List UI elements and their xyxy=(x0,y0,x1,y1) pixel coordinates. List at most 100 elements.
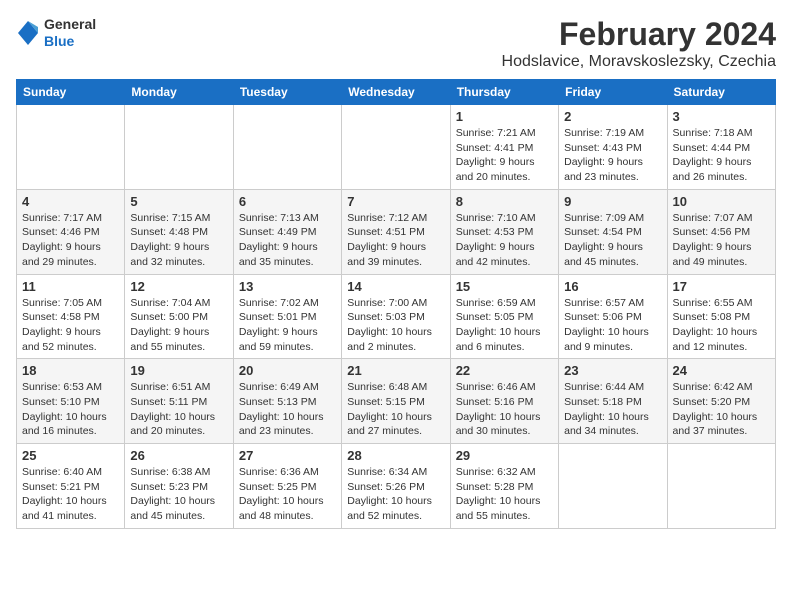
calendar-body: 1 Sunrise: 7:21 AM Sunset: 4:41 PM Daylig… xyxy=(17,105,776,529)
header-saturday: Saturday xyxy=(667,80,775,105)
day-number: 22 xyxy=(456,363,553,378)
calendar-cell: 10 Sunrise: 7:07 AM Sunset: 4:56 PM Dayli… xyxy=(667,189,775,274)
header-sunday: Sunday xyxy=(17,80,125,105)
calendar-cell xyxy=(667,444,775,529)
day-info: Sunrise: 7:09 AM Sunset: 4:54 PM Dayligh… xyxy=(564,211,661,270)
day-info: Sunrise: 6:51 AM Sunset: 5:11 PM Dayligh… xyxy=(130,380,227,439)
day-info: Sunrise: 6:32 AM Sunset: 5:28 PM Dayligh… xyxy=(456,465,553,524)
calendar-cell: 9 Sunrise: 7:09 AM Sunset: 4:54 PM Daylig… xyxy=(559,189,667,274)
day-info: Sunrise: 6:40 AM Sunset: 5:21 PM Dayligh… xyxy=(22,465,119,524)
header: General Blue February 2024 Hodslavice, M… xyxy=(16,16,776,71)
day-number: 29 xyxy=(456,448,553,463)
day-number: 5 xyxy=(130,194,227,209)
day-number: 16 xyxy=(564,279,661,294)
calendar-cell: 4Sunrise: 7:17 AM Sunset: 4:46 PM Daylig… xyxy=(17,189,125,274)
day-number: 25 xyxy=(22,448,119,463)
calendar-cell: 24Sunrise: 6:42 AM Sunset: 5:20 PM Dayli… xyxy=(667,359,775,444)
calendar-cell xyxy=(17,105,125,190)
day-info: Sunrise: 7:07 AM Sunset: 4:56 PM Dayligh… xyxy=(673,211,770,270)
header-thursday: Thursday xyxy=(450,80,558,105)
calendar-cell: 1 Sunrise: 7:21 AM Sunset: 4:41 PM Daylig… xyxy=(450,105,558,190)
day-info: Sunrise: 6:44 AM Sunset: 5:18 PM Dayligh… xyxy=(564,380,661,439)
day-info: Sunrise: 6:49 AM Sunset: 5:13 PM Dayligh… xyxy=(239,380,336,439)
calendar-cell xyxy=(559,444,667,529)
day-number: 17 xyxy=(673,279,770,294)
calendar-cell: 20 Sunrise: 6:49 AM Sunset: 5:13 PM Dayli… xyxy=(233,359,341,444)
day-info: Sunrise: 7:18 AM Sunset: 4:44 PM Dayligh… xyxy=(673,126,770,185)
day-info: Sunrise: 7:02 AM Sunset: 5:01 PM Dayligh… xyxy=(239,296,336,355)
calendar-cell: 3 Sunrise: 7:18 AM Sunset: 4:44 PM Daylig… xyxy=(667,105,775,190)
day-info: Sunrise: 6:42 AM Sunset: 5:20 PM Dayligh… xyxy=(673,380,770,439)
day-info: Sunrise: 7:19 AM Sunset: 4:43 PM Dayligh… xyxy=(564,126,661,185)
calendar-cell: 15 Sunrise: 6:59 AM Sunset: 5:05 PM Dayli… xyxy=(450,274,558,359)
day-number: 15 xyxy=(456,279,553,294)
logo: General Blue xyxy=(16,16,96,50)
day-info: Sunrise: 6:53 AM Sunset: 5:10 PM Dayligh… xyxy=(22,380,119,439)
calendar-cell: 19Sunrise: 6:51 AM Sunset: 5:11 PM Dayli… xyxy=(125,359,233,444)
calendar-cell xyxy=(125,105,233,190)
day-info: Sunrise: 6:38 AM Sunset: 5:23 PM Dayligh… xyxy=(130,465,227,524)
title-area: February 2024 Hodslavice, Moravskoslezsk… xyxy=(502,16,776,71)
calendar-cell: 13 Sunrise: 7:02 AM Sunset: 5:01 PM Dayli… xyxy=(233,274,341,359)
week-row: 18 Sunrise: 6:53 AM Sunset: 5:10 PM Dayli… xyxy=(17,359,776,444)
calendar-cell xyxy=(342,105,450,190)
day-number: 11 xyxy=(22,279,119,294)
calendar-cell: 17 Sunrise: 6:55 AM Sunset: 5:08 PM Dayli… xyxy=(667,274,775,359)
calendar-cell xyxy=(233,105,341,190)
day-number: 1 xyxy=(456,109,553,124)
logo-icon xyxy=(16,19,40,47)
day-number: 28 xyxy=(347,448,444,463)
day-number: 3 xyxy=(673,109,770,124)
day-info: Sunrise: 7:15 AM Sunset: 4:48 PM Dayligh… xyxy=(130,211,227,270)
day-number: 12 xyxy=(130,279,227,294)
day-info: Sunrise: 6:48 AM Sunset: 5:15 PM Dayligh… xyxy=(347,380,444,439)
calendar-cell: 12 Sunrise: 7:04 AM Sunset: 5:00 PM Dayli… xyxy=(125,274,233,359)
header-monday: Monday xyxy=(125,80,233,105)
calendar-cell: 6 Sunrise: 7:13 AM Sunset: 4:49 PM Daylig… xyxy=(233,189,341,274)
day-info: Sunrise: 7:00 AM Sunset: 5:03 PM Dayligh… xyxy=(347,296,444,355)
header-tuesday: Tuesday xyxy=(233,80,341,105)
calendar-cell: 22 Sunrise: 6:46 AM Sunset: 5:16 PM Dayli… xyxy=(450,359,558,444)
calendar-cell: 16 Sunrise: 6:57 AM Sunset: 5:06 PM Dayli… xyxy=(559,274,667,359)
header-friday: Friday xyxy=(559,80,667,105)
day-number: 27 xyxy=(239,448,336,463)
day-number: 10 xyxy=(673,194,770,209)
day-info: Sunrise: 7:13 AM Sunset: 4:49 PM Dayligh… xyxy=(239,211,336,270)
day-info: Sunrise: 6:59 AM Sunset: 5:05 PM Dayligh… xyxy=(456,296,553,355)
day-info: Sunrise: 6:55 AM Sunset: 5:08 PM Dayligh… xyxy=(673,296,770,355)
day-number: 26 xyxy=(130,448,227,463)
day-number: 14 xyxy=(347,279,444,294)
day-number: 9 xyxy=(564,194,661,209)
day-number: 18 xyxy=(22,363,119,378)
day-number: 21 xyxy=(347,363,444,378)
week-row: 4Sunrise: 7:17 AM Sunset: 4:46 PM Daylig… xyxy=(17,189,776,274)
day-number: 6 xyxy=(239,194,336,209)
day-number: 23 xyxy=(564,363,661,378)
day-info: Sunrise: 7:10 AM Sunset: 4:53 PM Dayligh… xyxy=(456,211,553,270)
calendar-cell: 5 Sunrise: 7:15 AM Sunset: 4:48 PM Daylig… xyxy=(125,189,233,274)
day-number: 20 xyxy=(239,363,336,378)
calendar-cell: 7Sunrise: 7:12 AM Sunset: 4:51 PM Daylig… xyxy=(342,189,450,274)
day-info: Sunrise: 6:46 AM Sunset: 5:16 PM Dayligh… xyxy=(456,380,553,439)
day-number: 7 xyxy=(347,194,444,209)
day-info: Sunrise: 7:04 AM Sunset: 5:00 PM Dayligh… xyxy=(130,296,227,355)
day-info: Sunrise: 7:21 AM Sunset: 4:41 PM Dayligh… xyxy=(456,126,553,185)
day-number: 2 xyxy=(564,109,661,124)
logo-general: General xyxy=(44,16,96,33)
calendar-cell: 18 Sunrise: 6:53 AM Sunset: 5:10 PM Dayli… xyxy=(17,359,125,444)
header-wednesday: Wednesday xyxy=(342,80,450,105)
calendar-cell: 14 Sunrise: 7:00 AM Sunset: 5:03 PM Dayli… xyxy=(342,274,450,359)
day-info: Sunrise: 6:36 AM Sunset: 5:25 PM Dayligh… xyxy=(239,465,336,524)
month-title: February 2024 xyxy=(502,16,776,53)
calendar-cell: 23 Sunrise: 6:44 AM Sunset: 5:18 PM Dayli… xyxy=(559,359,667,444)
week-row: 11Sunrise: 7:05 AM Sunset: 4:58 PM Dayli… xyxy=(17,274,776,359)
day-info: Sunrise: 6:34 AM Sunset: 5:26 PM Dayligh… xyxy=(347,465,444,524)
day-info: Sunrise: 6:57 AM Sunset: 5:06 PM Dayligh… xyxy=(564,296,661,355)
logo-text: General Blue xyxy=(44,16,96,50)
calendar-cell: 26 Sunrise: 6:38 AM Sunset: 5:23 PM Dayli… xyxy=(125,444,233,529)
header-row: SundayMondayTuesdayWednesdayThursdayFrid… xyxy=(17,80,776,105)
calendar-cell: 29 Sunrise: 6:32 AM Sunset: 5:28 PM Dayli… xyxy=(450,444,558,529)
location-title: Hodslavice, Moravskoslezsky, Czechia xyxy=(502,53,776,71)
calendar-cell: 8Sunrise: 7:10 AM Sunset: 4:53 PM Daylig… xyxy=(450,189,558,274)
day-number: 13 xyxy=(239,279,336,294)
